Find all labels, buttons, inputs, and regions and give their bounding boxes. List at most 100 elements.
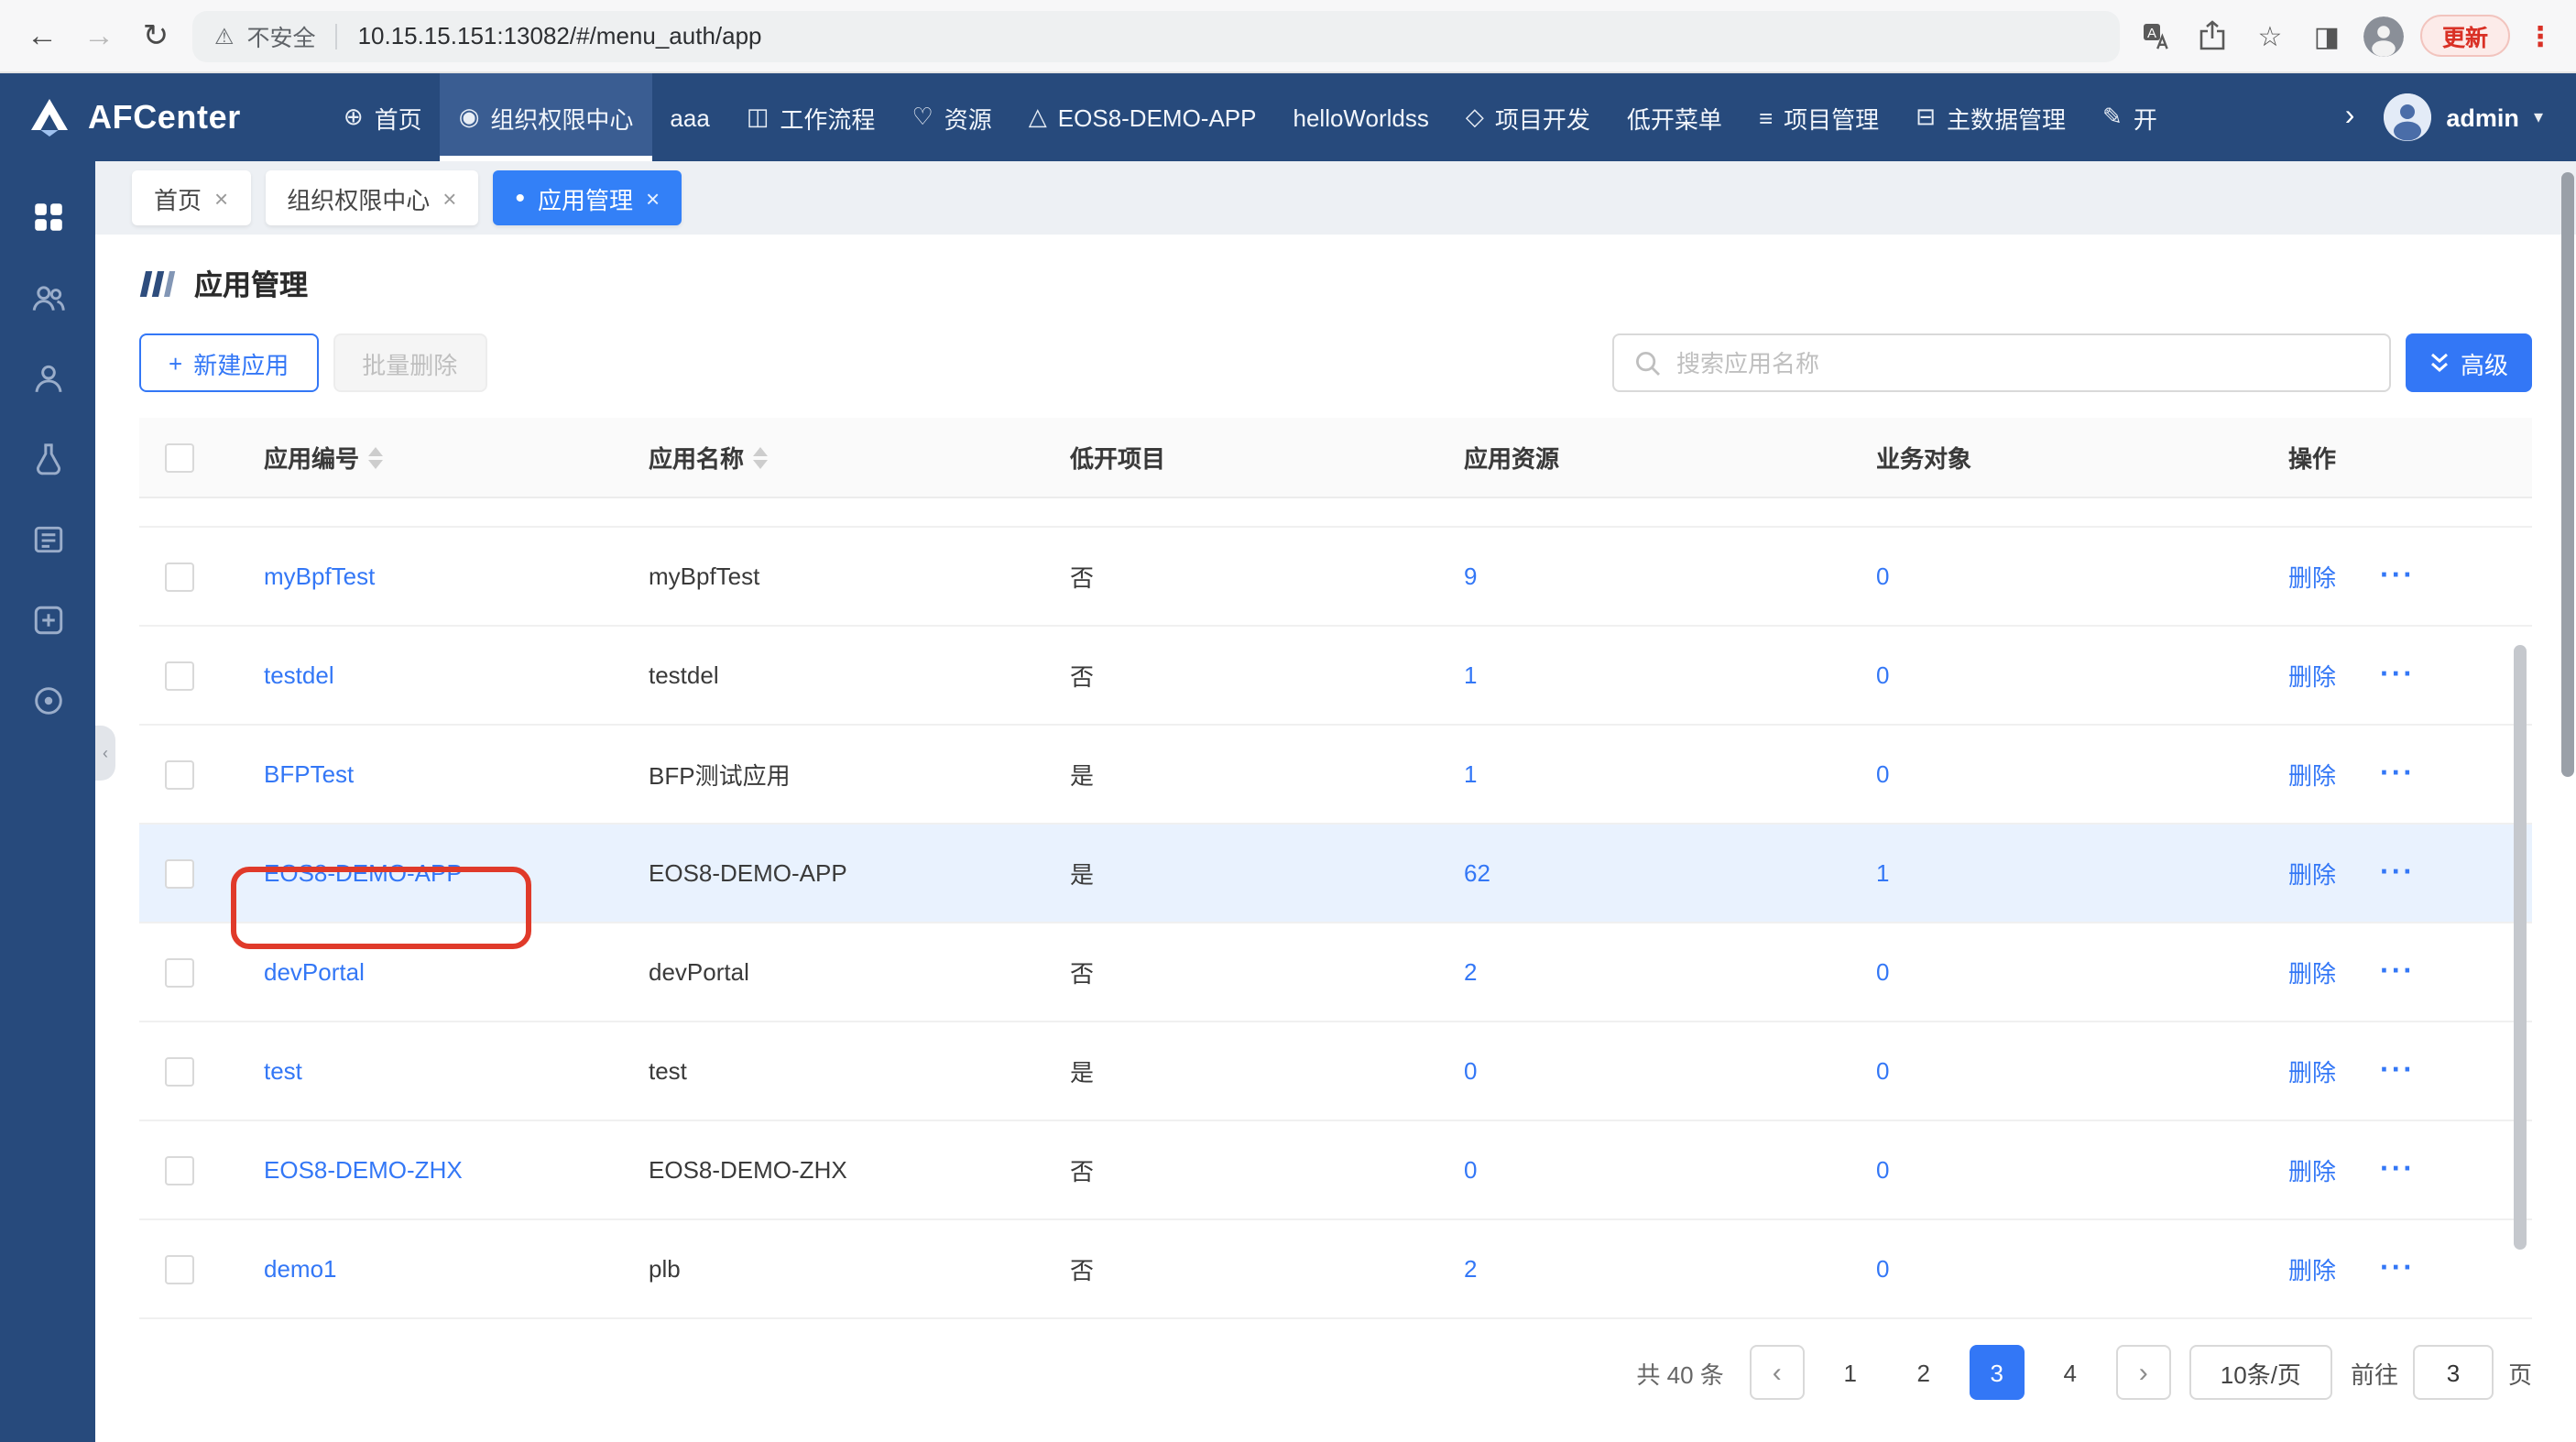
- sidebar-item-test[interactable]: [15, 425, 81, 491]
- nav-item[interactable]: △ EOS8-DEMO-APP: [1010, 73, 1275, 161]
- sidebar-item-apps[interactable]: [15, 183, 81, 249]
- app-code-link[interactable]: testdel: [264, 661, 334, 689]
- app-code-link[interactable]: myBpfTest: [264, 563, 375, 590]
- share-icon[interactable]: [2193, 20, 2233, 51]
- row-checkbox[interactable]: [165, 759, 194, 789]
- resources-count-link[interactable]: 9: [1464, 563, 1477, 590]
- browser-menu-icon[interactable]: ⋮: [2527, 19, 2554, 52]
- page-scrollbar-thumb[interactable]: [2561, 172, 2574, 777]
- objects-count-link[interactable]: 1: [1876, 859, 1889, 887]
- tab[interactable]: 组织权限中心 ×: [265, 170, 478, 225]
- table-row[interactable]: test test 是 0 0 删除 ···: [139, 1022, 2532, 1121]
- more-actions-icon[interactable]: ···: [2380, 1254, 2415, 1284]
- page-number-button[interactable]: 4: [2043, 1345, 2098, 1400]
- app-code-link[interactable]: demo1: [264, 1255, 337, 1283]
- goto-page-input[interactable]: [2413, 1345, 2494, 1400]
- delete-link[interactable]: 删除: [2288, 1054, 2336, 1088]
- app-code-link[interactable]: EOS8-DEMO-APP: [264, 859, 463, 887]
- row-checkbox[interactable]: [165, 1155, 194, 1185]
- table-row[interactable]: EOS8-DEMO-APP EOS8-DEMO-APP 是 62 1 删除 ··…: [139, 825, 2532, 923]
- delete-link[interactable]: 删除: [2288, 856, 2336, 890]
- app-code-link[interactable]: BFPTest: [264, 760, 354, 788]
- page-number-button[interactable]: 3: [1970, 1345, 2025, 1400]
- more-actions-icon[interactable]: ···: [2380, 759, 2415, 789]
- objects-count-link[interactable]: 0: [1876, 1255, 1889, 1283]
- more-actions-icon[interactable]: ···: [2380, 957, 2415, 987]
- back-icon[interactable]: ←: [22, 20, 62, 51]
- delete-link[interactable]: 删除: [2288, 559, 2336, 594]
- new-app-button[interactable]: + 新建应用: [139, 333, 318, 392]
- next-page-button[interactable]: ›: [2116, 1345, 2171, 1400]
- tab[interactable]: • 应用管理 ×: [493, 170, 682, 225]
- resources-count-link[interactable]: 0: [1464, 1057, 1477, 1085]
- resources-count-link[interactable]: 1: [1464, 760, 1477, 788]
- resources-count-link[interactable]: 2: [1464, 958, 1477, 986]
- page-number-button[interactable]: 1: [1823, 1345, 1878, 1400]
- objects-count-link[interactable]: 0: [1876, 1156, 1889, 1184]
- delete-link[interactable]: 删除: [2288, 1153, 2336, 1187]
- nav-item[interactable]: aaa: [651, 73, 727, 161]
- more-actions-icon[interactable]: ···: [2380, 1056, 2415, 1086]
- table-row[interactable]: EOS8-DEMO-ZHX EOS8-DEMO-ZHX 否 0 0 删除 ···: [139, 1121, 2532, 1220]
- more-actions-icon[interactable]: ···: [2380, 1155, 2415, 1185]
- batch-delete-button[interactable]: 批量删除: [333, 333, 486, 392]
- sidebar-item-user[interactable]: [15, 344, 81, 410]
- resources-count-link[interactable]: 62: [1464, 859, 1490, 887]
- table-row[interactable]: testdel testdel 否 1 0 删除 ···: [139, 627, 2532, 726]
- app-code-link[interactable]: EOS8-DEMO-ZHX: [264, 1156, 463, 1184]
- address-bar[interactable]: ⚠ 不安全 10.15.15.151:13082/#/menu_auth/app: [192, 10, 2120, 61]
- nav-item[interactable]: ◉ 组织权限中心: [441, 73, 652, 161]
- nav-item[interactable]: ✎ 开: [2084, 73, 2176, 161]
- translate-icon[interactable]: A: [2136, 21, 2177, 50]
- nav-item[interactable]: ⊟ 主数据管理: [1897, 73, 2084, 161]
- resources-count-link[interactable]: 2: [1464, 1255, 1477, 1283]
- page-number-button[interactable]: 2: [1896, 1345, 1951, 1400]
- app-code-link[interactable]: test: [264, 1057, 302, 1085]
- objects-count-link[interactable]: 0: [1876, 1057, 1889, 1085]
- tab-close-icon[interactable]: ×: [442, 186, 456, 210]
- refresh-icon[interactable]: ↻: [136, 20, 176, 51]
- nav-item[interactable]: ◇ 项目开发: [1447, 73, 1609, 161]
- table-row[interactable]: BFPTest BFP测试应用 是 1 0 删除 ···: [139, 726, 2532, 825]
- nav-item[interactable]: ◫ 工作流程: [728, 73, 894, 161]
- objects-count-link[interactable]: 0: [1876, 563, 1889, 590]
- row-checkbox[interactable]: [165, 562, 194, 591]
- side-panel-icon[interactable]: ◨: [2307, 19, 2347, 52]
- delete-link[interactable]: 删除: [2288, 1251, 2336, 1286]
- select-all-checkbox[interactable]: [165, 442, 194, 472]
- objects-count-link[interactable]: 0: [1876, 760, 1889, 788]
- tab[interactable]: 首页 ×: [132, 170, 250, 225]
- app-logo[interactable]: AFCenter: [26, 73, 241, 161]
- sidebar-item-news[interactable]: [15, 506, 81, 572]
- nav-item[interactable]: ≡ 项目管理: [1741, 73, 1897, 161]
- resources-count-link[interactable]: 0: [1464, 1156, 1477, 1184]
- tab-close-icon[interactable]: ×: [214, 186, 228, 210]
- tab-close-icon[interactable]: ×: [646, 186, 660, 210]
- more-actions-icon[interactable]: ···: [2380, 562, 2415, 591]
- resources-count-link[interactable]: 1: [1464, 661, 1477, 689]
- forward-icon[interactable]: →: [79, 20, 119, 51]
- sidebar-item-add-app[interactable]: [15, 586, 81, 652]
- sort-icon[interactable]: [753, 446, 768, 468]
- sidebar-item-org[interactable]: [15, 264, 81, 330]
- user-menu[interactable]: admin ▾: [2362, 73, 2576, 161]
- objects-count-link[interactable]: 0: [1876, 958, 1889, 986]
- row-checkbox[interactable]: [165, 957, 194, 987]
- sort-icon[interactable]: [368, 446, 383, 468]
- page-size-select[interactable]: 10条/页: [2189, 1345, 2332, 1400]
- delete-link[interactable]: 删除: [2288, 658, 2336, 693]
- row-checkbox[interactable]: [165, 1254, 194, 1284]
- table-row[interactable]: myBpfTest myBpfTest 否 9 0 删除 ···: [139, 528, 2532, 627]
- prev-page-button[interactable]: ‹: [1750, 1345, 1805, 1400]
- objects-count-link[interactable]: 0: [1876, 661, 1889, 689]
- nav-item[interactable]: 低开菜单: [1609, 73, 1741, 161]
- more-actions-icon[interactable]: ···: [2380, 661, 2415, 690]
- app-code-link[interactable]: devPortal: [264, 958, 365, 986]
- nav-item[interactable]: ⊕ 首页: [325, 73, 441, 161]
- nav-item[interactable]: ♡ 资源: [893, 73, 1010, 161]
- browser-profile-avatar[interactable]: [2363, 16, 2404, 56]
- table-row[interactable]: devPortal devPortal 否 2 0 删除 ···: [139, 923, 2532, 1022]
- bookmark-star-icon[interactable]: ☆: [2250, 19, 2290, 52]
- search-box[interactable]: [1612, 333, 2391, 392]
- table-scrollbar-thumb[interactable]: [2514, 645, 2527, 1250]
